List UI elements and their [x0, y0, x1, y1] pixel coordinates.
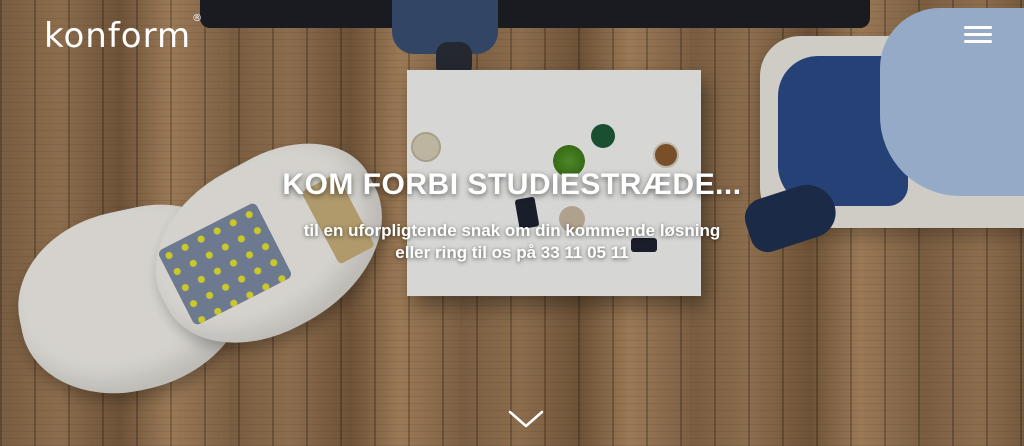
menu-bar: [964, 26, 992, 29]
chevron-down-icon[interactable]: [506, 406, 546, 432]
menu-bar: [964, 40, 992, 43]
hero-phone-line[interactable]: eller ring til os på 33 11 05 11: [0, 243, 1024, 263]
hamburger-menu-icon[interactable]: [964, 26, 992, 48]
trademark-symbol: ®: [192, 12, 204, 24]
hero-banner: konform® KOM FORBI STUDIESTRÆDE... til e…: [0, 0, 1024, 446]
logo-text: konform: [44, 16, 192, 56]
hero-headline: KOM FORBI STUDIESTRÆDE...: [282, 168, 742, 201]
hero-subline: til en uforpligtende snak om din kommend…: [303, 221, 721, 240]
konform-logo[interactable]: konform®: [44, 12, 204, 56]
menu-bar: [964, 33, 992, 36]
